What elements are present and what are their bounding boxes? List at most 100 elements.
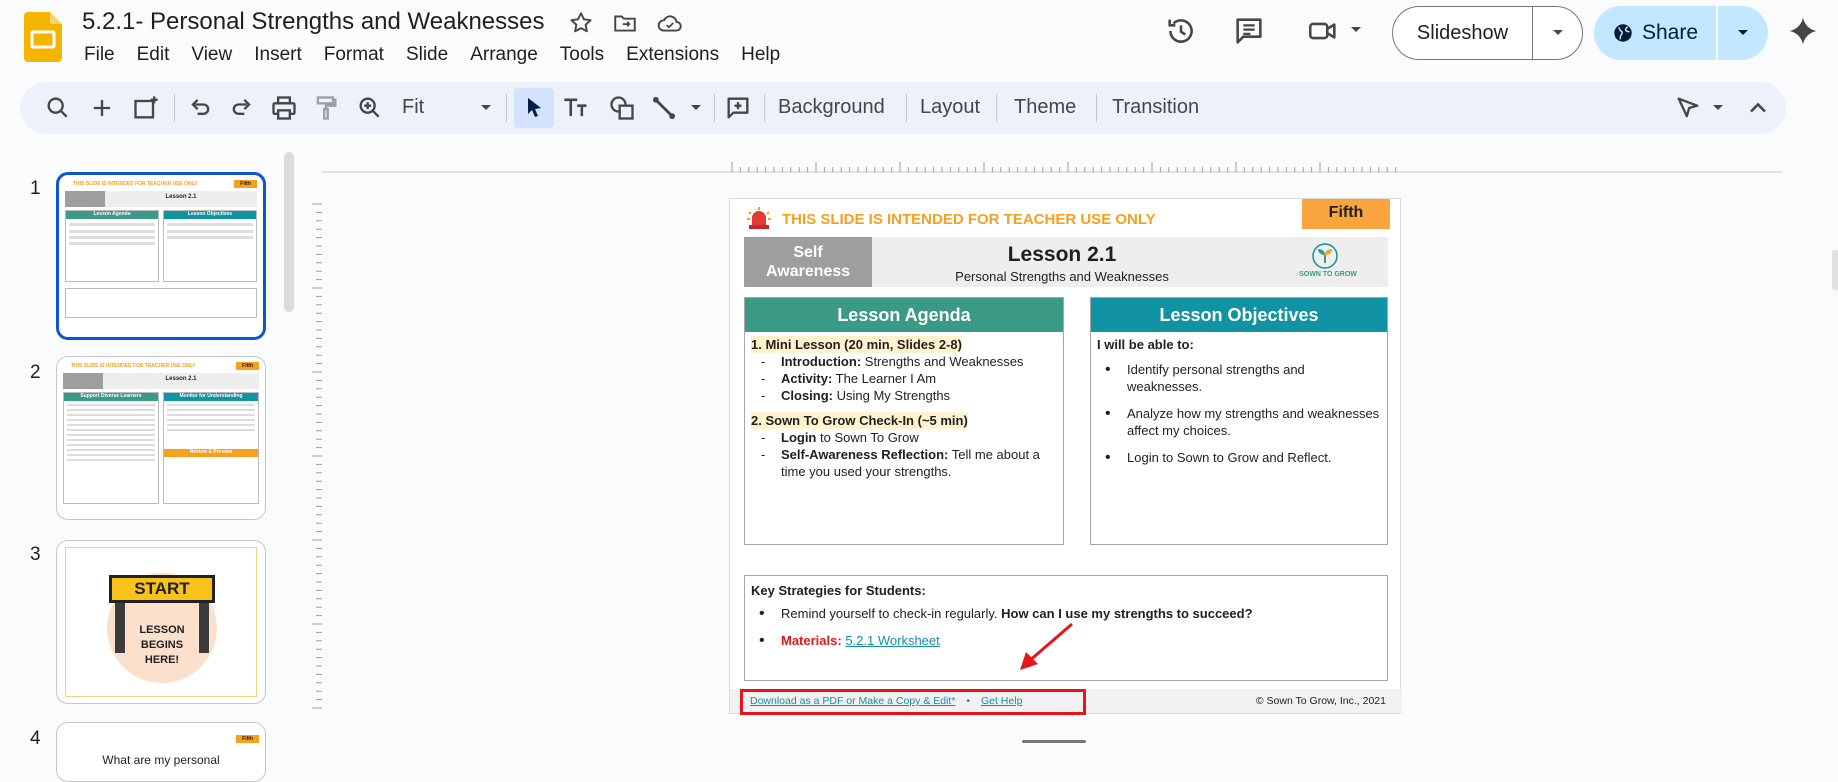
lesson-agenda-heading: Lesson Agenda <box>745 298 1063 332</box>
speaker-notes-resize-handle[interactable] <box>1022 740 1086 743</box>
thumb-title-row: Lesson 2.1 <box>63 373 259 389</box>
thumb-question: What are my personal <box>102 753 220 767</box>
background-button[interactable]: Background <box>778 96 885 119</box>
paint-format-icon[interactable] <box>312 94 340 122</box>
line-dropdown-icon[interactable] <box>690 104 702 112</box>
document-title[interactable]: 5.2.1- Personal Strengths and Weaknesses <box>82 8 545 36</box>
share-button-group: Share <box>1594 6 1768 60</box>
redo-icon[interactable] <box>228 94 256 122</box>
mini-lesson-label: 1. Mini Lesson (20 min, Slides 2-8) <box>751 336 962 353</box>
version-history-icon[interactable] <box>1164 14 1198 48</box>
meet-dropdown-icon[interactable] <box>1350 26 1362 34</box>
new-slide-layout-icon[interactable] <box>132 94 160 122</box>
line-icon[interactable] <box>650 94 678 122</box>
materials-label: Materials: <box>781 633 842 648</box>
menu-insert[interactable]: Insert <box>254 44 302 66</box>
pen-editing-mode-icon[interactable] <box>1674 94 1702 122</box>
slide-thumbnail-1[interactable]: THIS SLIDE IS INTENDED FOR TEACHER USE O… <box>56 172 266 340</box>
theme-button[interactable]: Theme <box>1014 96 1076 119</box>
slide-thumbnail-4[interactable]: Fifth What are my personal <box>56 722 266 782</box>
thumb-grade: Fifth <box>236 735 259 743</box>
thumb-grade-row: Fifth <box>63 727 259 745</box>
select-tool[interactable] <box>514 88 554 128</box>
thumb-banner-row: THIS SLIDE IS INTENDED FOR TEACHER USE O… <box>65 179 257 189</box>
teacher-only-banner: THIS SLIDE IS INTENDED FOR TEACHER USE O… <box>782 211 1156 228</box>
thumb-right-head: Monitor for Understanding <box>164 393 258 401</box>
menu-extensions[interactable]: Extensions <box>626 44 719 66</box>
grade-badge: Fifth <box>1302 199 1390 229</box>
agenda-item: Activity: The Learner I Am <box>751 370 1057 387</box>
vertical-ruler <box>312 203 322 709</box>
agenda-item: Introduction: Strengths and Weaknesses <box>751 353 1057 370</box>
shape-icon[interactable] <box>608 94 636 122</box>
thumb-objectives: Lesson Objectives <box>164 211 256 219</box>
layout-button[interactable]: Layout <box>920 96 980 119</box>
menu-file[interactable]: File <box>84 44 115 66</box>
horizontal-ruler <box>322 162 1782 173</box>
toolbar-divider <box>906 94 907 122</box>
new-slide-icon[interactable] <box>88 94 116 122</box>
lesson-objectives-heading: Lesson Objectives <box>1091 298 1387 332</box>
collapse-toolbar-icon[interactable] <box>1744 94 1772 122</box>
slide-number: 4 <box>30 728 41 749</box>
search-menus-icon[interactable] <box>44 94 72 122</box>
zoom-dropdown-icon[interactable] <box>480 104 492 112</box>
transition-button[interactable]: Transition <box>1112 96 1199 119</box>
thumb-lesson: Lesson 2.1 <box>165 194 197 200</box>
gemini-sparkle-icon[interactable] <box>1788 16 1818 46</box>
filmstrip-scrollbar[interactable] <box>284 152 294 312</box>
menu-slide[interactable]: Slide <box>406 44 448 66</box>
thumb-left-head: Support Diverse Learners <box>64 393 158 401</box>
insert-comment-icon[interactable] <box>724 94 752 122</box>
thumb-grade: Fifth <box>234 180 257 188</box>
thumb-agenda: Lesson Agenda <box>66 211 158 219</box>
share-button[interactable]: Share <box>1594 6 1718 60</box>
move-to-folder-icon[interactable] <box>612 10 638 36</box>
globe-icon <box>1612 22 1634 44</box>
menu-help[interactable]: Help <box>741 44 780 66</box>
share-dropdown-icon[interactable] <box>1718 6 1768 60</box>
objectives-intro: I will be able to: <box>1097 337 1194 352</box>
brand-text: SOWN TO GROW <box>1299 271 1357 278</box>
print-icon[interactable] <box>270 94 298 122</box>
thumb-title-row: Lesson 2.1 <box>65 191 257 207</box>
menu-arrange[interactable]: Arrange <box>470 44 538 66</box>
lesson-objectives-box: Lesson Objectives I will be able to: Ide… <box>1090 297 1388 545</box>
objective-item: Identify personal strengths and weakness… <box>1097 361 1381 395</box>
undo-icon[interactable] <box>186 94 214 122</box>
slides-logo-icon[interactable] <box>24 12 62 62</box>
comments-icon[interactable] <box>1232 14 1266 48</box>
toolbar-divider <box>506 94 507 122</box>
thumb-banner: THIS SLIDE IS INTENDED FOR TEACHER USE O… <box>73 181 198 187</box>
zoom-select[interactable]: Fit <box>402 96 424 119</box>
objective-item: Analyze how my strengths and weaknesses … <box>1097 405 1381 439</box>
red-highlight-box <box>740 689 1086 715</box>
slide-thumbnail-2[interactable]: THIS SLIDE IS INTENDED FOR TEACHER USE O… <box>56 356 266 520</box>
agenda-item: Login to Sown To Grow <box>751 429 1057 446</box>
lesson-title: Lesson 2.1 <box>1007 243 1117 266</box>
thumb-banner-row: THIS SLIDE IS INTENDED FOR TEACHER USE O… <box>63 361 259 371</box>
text-box-icon[interactable] <box>562 94 590 122</box>
slide-thumbnail-3[interactable]: START LESSON BEGINS HERE! <box>56 540 266 704</box>
thumb-banner: THIS SLIDE IS INTENDED FOR TEACHER USE O… <box>71 363 196 369</box>
meet-video-icon[interactable] <box>1306 14 1340 48</box>
menu-edit[interactable]: Edit <box>137 44 170 66</box>
slide-number: 2 <box>30 362 41 383</box>
lesson-agenda-box: Lesson Agenda 1. Mini Lesson (20 min, Sl… <box>744 297 1064 545</box>
slideshow-button[interactable]: Slideshow <box>1393 7 1533 59</box>
toolbar-divider <box>1096 94 1097 122</box>
menu-bar: File Edit View Insert Format Slide Arran… <box>84 44 802 66</box>
zoom-icon[interactable] <box>356 94 384 122</box>
star-icon[interactable] <box>568 10 594 36</box>
menu-view[interactable]: View <box>191 44 232 66</box>
slideshow-dropdown-icon[interactable] <box>1533 7 1582 59</box>
menu-format[interactable]: Format <box>324 44 384 66</box>
app-header: 5.2.1- Personal Strengths and Weaknesses… <box>0 0 1838 80</box>
toolbar-divider <box>714 94 715 122</box>
side-panel-tab[interactable] <box>1832 250 1838 290</box>
editing-mode-dropdown-icon[interactable] <box>1712 104 1724 112</box>
thumb-lesson: Lesson 2.1 <box>165 376 197 382</box>
menu-tools[interactable]: Tools <box>560 44 604 66</box>
worksheet-link[interactable]: 5.2.1 Worksheet <box>845 633 939 648</box>
cloud-saved-icon[interactable] <box>656 10 682 36</box>
